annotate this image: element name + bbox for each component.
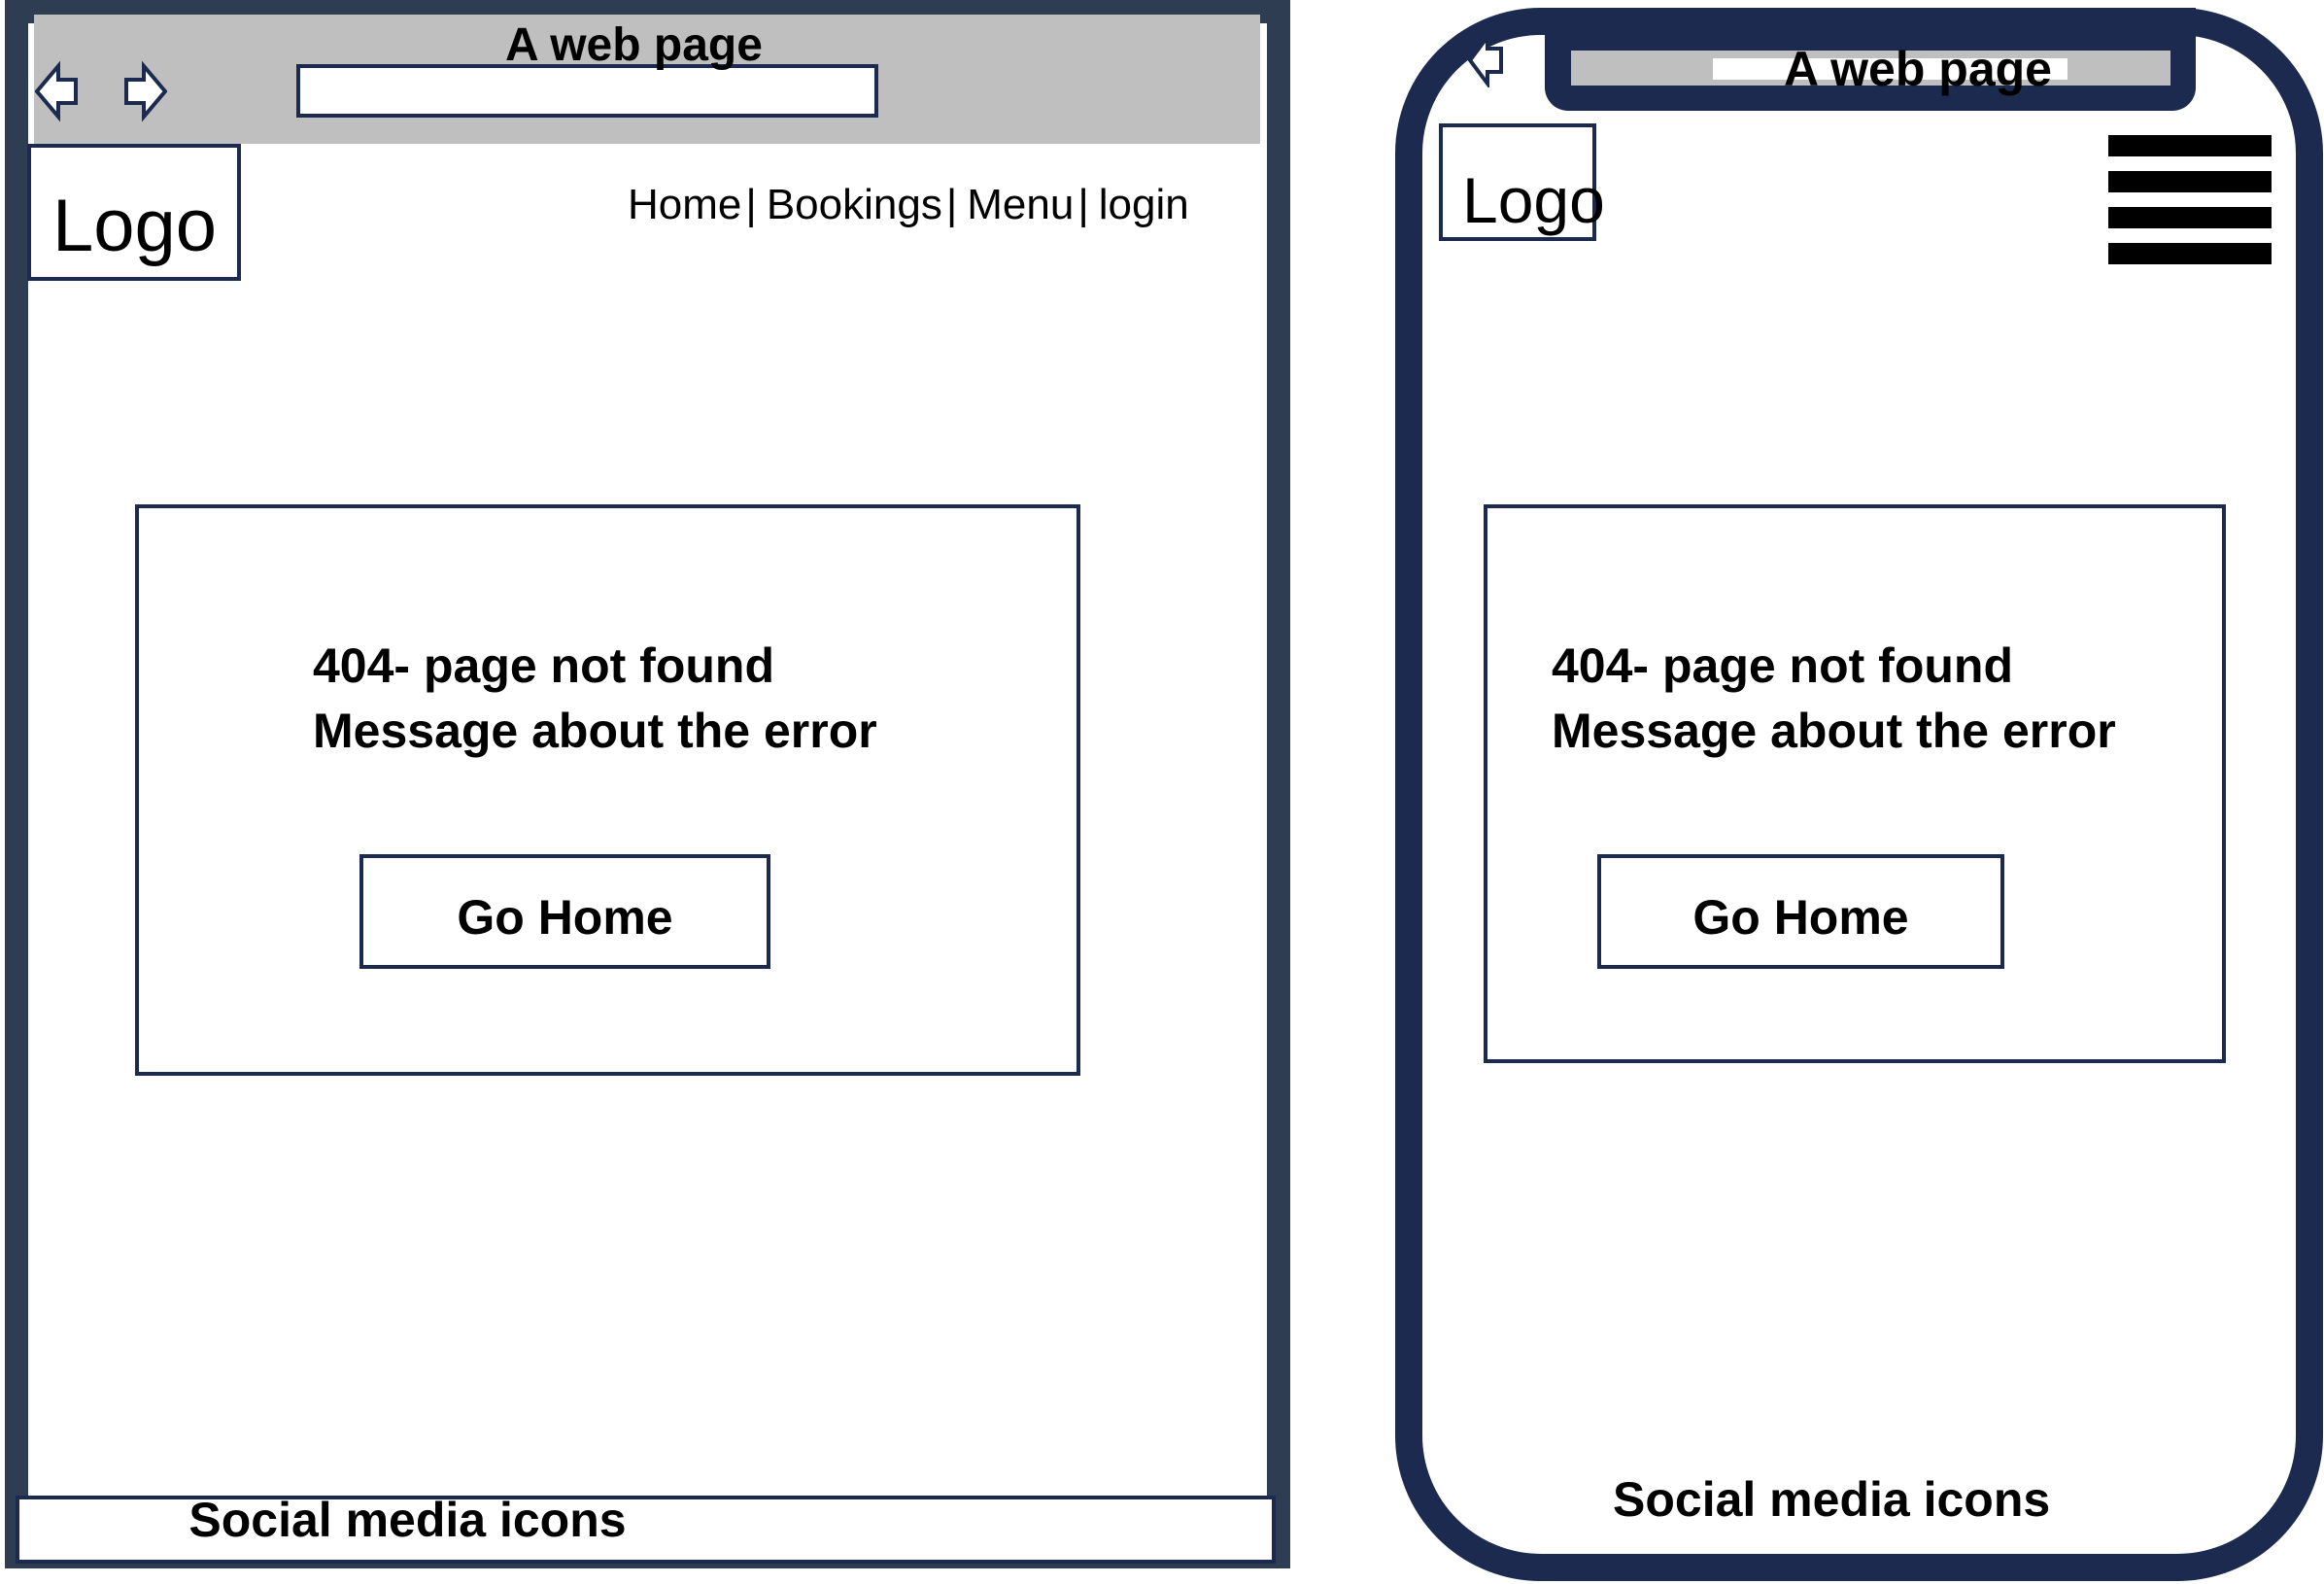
error-message: Message about the error	[1552, 704, 2116, 758]
logo-text: Logo	[52, 185, 218, 267]
desktop-go-home-button[interactable]: Go Home	[359, 854, 770, 969]
nav-item-login[interactable]: login	[1099, 184, 1189, 226]
error-message: Message about the error	[313, 704, 877, 758]
mobile-error-text: 404- page not found Message about the er…	[1552, 634, 2116, 764]
mobile-page-title: A web page	[1784, 42, 2052, 96]
mobile-error-card	[1484, 504, 2226, 1063]
social-media-icons[interactable]: Social media icons	[188, 1496, 626, 1544]
logo-text: Logo	[1462, 164, 1605, 236]
error-title: 404- page not found	[313, 638, 774, 693]
desktop-footer: Social media icons	[16, 1496, 1276, 1564]
nav-item-menu[interactable]: Menu	[967, 184, 1074, 226]
hamburger-line	[2108, 243, 2272, 264]
mobile-logo[interactable]: Logo	[1439, 123, 1605, 241]
desktop-nav: Home| Bookings| Menu| login	[628, 184, 1189, 226]
social-media-icons[interactable]: Social media icons	[1613, 1475, 2050, 1524]
nav-item-home[interactable]: Home	[628, 184, 741, 226]
desktop-address-bar[interactable]	[296, 64, 878, 118]
forward-arrow-icon[interactable]	[122, 60, 167, 122]
back-arrow-icon[interactable]	[35, 60, 80, 122]
desktop-error-text: 404- page not found Message about the er…	[313, 634, 877, 764]
hamburger-line	[2108, 171, 2272, 192]
back-arrow-icon[interactable]	[1468, 33, 1503, 87]
nav-item-bookings[interactable]: Bookings	[767, 184, 942, 226]
hamburger-line	[2108, 207, 2272, 228]
nav-separator: |	[745, 181, 757, 228]
desktop-logo[interactable]: Logo	[27, 144, 241, 281]
nav-separator: |	[945, 181, 958, 228]
error-title: 404- page not found	[1552, 638, 2013, 693]
desktop-page-title: A web page	[505, 19, 763, 71]
nav-separator: |	[1077, 181, 1089, 228]
mobile-go-home-button[interactable]: Go Home	[1597, 854, 2004, 969]
hamburger-line	[2108, 135, 2272, 156]
desktop-error-card	[135, 504, 1080, 1076]
hamburger-menu-icon[interactable]	[2108, 135, 2272, 264]
